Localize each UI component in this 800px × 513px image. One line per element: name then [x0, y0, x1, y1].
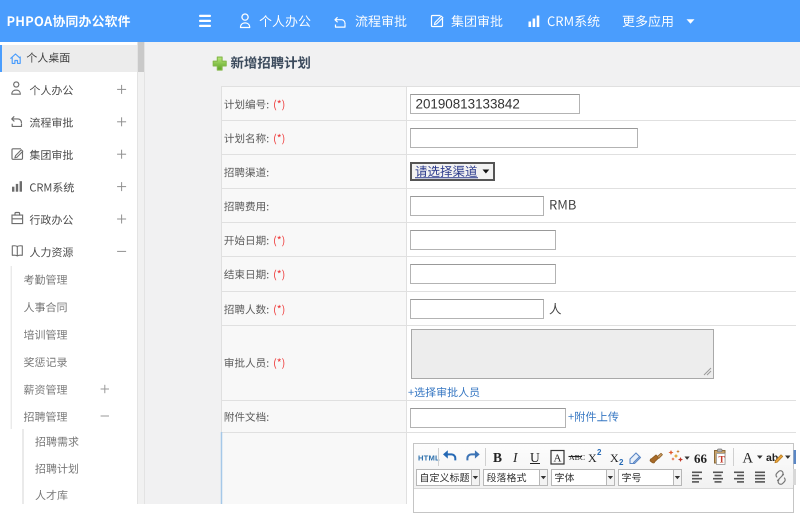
- svg-text:U: U: [530, 450, 540, 465]
- svg-text:66: 66: [694, 451, 708, 466]
- svg-text:A: A: [743, 451, 754, 467]
- svg-text:X: X: [588, 451, 597, 465]
- svg-text:I: I: [512, 450, 519, 465]
- svg-text:X: X: [610, 451, 619, 465]
- svg-text:2: 2: [619, 458, 624, 467]
- svg-text:B: B: [493, 450, 502, 465]
- svg-text:ABC: ABC: [569, 453, 585, 462]
- svg-text:T: T: [719, 456, 726, 466]
- svg-text:20190813133842: 20190813133842: [416, 96, 520, 111]
- svg-text:HTML: HTML: [418, 454, 440, 463]
- svg-text:A: A: [554, 453, 562, 465]
- svg-text:2: 2: [597, 448, 602, 457]
